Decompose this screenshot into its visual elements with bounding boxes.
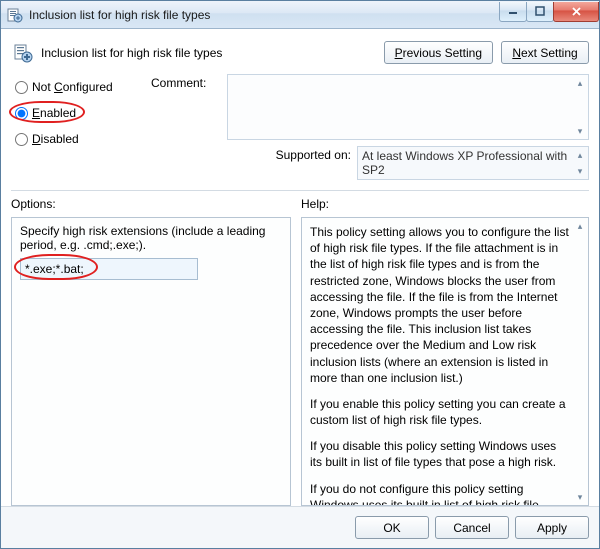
radio-not-configured[interactable]: Not Configured (15, 80, 141, 94)
separator (11, 190, 589, 191)
extensions-input[interactable] (20, 258, 198, 280)
apply-button[interactable]: Apply (515, 516, 589, 539)
scroll-up-icon[interactable]: ▴ (574, 220, 586, 232)
radio-disabled-input[interactable] (15, 133, 28, 146)
ok-button[interactable]: OK (355, 516, 429, 539)
next-setting-button[interactable]: Next Setting (501, 41, 589, 64)
dialog-body: Inclusion list for high risk file types … (1, 29, 599, 506)
policy-title: Inclusion list for high risk file types (41, 46, 376, 60)
help-paragraph: If you do not configure this policy sett… (310, 481, 570, 506)
cancel-button[interactable]: Cancel (435, 516, 509, 539)
help-label: Help: (301, 197, 589, 211)
window-title: Inclusion list for high risk file types (29, 8, 500, 22)
help-panel: ▴ ▾ This policy setting allows you to co… (301, 217, 589, 506)
radio-disabled[interactable]: Disabled (15, 132, 141, 146)
comment-label: Comment: (151, 74, 227, 140)
supported-box: At least Windows XP Professional with SP… (357, 146, 589, 180)
policy-app-icon (7, 7, 23, 23)
help-column: Help: ▴ ▾ This policy setting allows you… (301, 197, 589, 506)
state-area: Not Configured Enabled Disabled Comment: (11, 74, 589, 180)
scroll-up-icon[interactable]: ▴ (574, 149, 586, 161)
scroll-down-icon[interactable]: ▾ (574, 491, 586, 503)
state-radio-group: Not Configured Enabled Disabled (11, 74, 141, 180)
scroll-down-icon[interactable]: ▾ (574, 125, 586, 137)
radio-enabled-label: Enabled (32, 106, 76, 120)
radio-disabled-label: Disabled (32, 132, 79, 146)
options-label: Options: (11, 197, 291, 211)
help-paragraph: If you enable this policy setting you ca… (310, 396, 570, 428)
header-row: Inclusion list for high risk file types … (11, 37, 589, 74)
options-panel: Specify high risk extensions (include a … (11, 217, 291, 506)
policy-editor-window: Inclusion list for high risk file types (0, 0, 600, 549)
radio-not-configured-label: Not Configured (32, 80, 113, 94)
minimize-button[interactable] (499, 2, 527, 22)
scroll-up-icon[interactable]: ▴ (574, 77, 586, 89)
mid-section: Options: Specify high risk extensions (i… (11, 197, 589, 506)
help-paragraph: This policy setting allows you to config… (310, 224, 570, 386)
dialog-footer: OK Cancel Apply (1, 506, 599, 548)
policy-icon (13, 43, 33, 63)
options-field-label: Specify high risk extensions (include a … (20, 224, 282, 252)
help-paragraph: If you disable this policy setting Windo… (310, 438, 570, 470)
supported-label: Supported on: (151, 146, 357, 180)
radio-not-configured-input[interactable] (15, 81, 28, 94)
comment-row: Comment: ▴ ▾ (151, 74, 589, 140)
scroll-down-icon[interactable]: ▾ (574, 165, 586, 177)
radio-enabled[interactable]: Enabled (15, 106, 141, 120)
options-column: Options: Specify high risk extensions (i… (11, 197, 291, 506)
supported-value: At least Windows XP Professional with SP… (362, 149, 567, 177)
titlebar: Inclusion list for high risk file types (1, 1, 599, 29)
maximize-button[interactable] (526, 2, 554, 22)
comment-textarea[interactable]: ▴ ▾ (227, 74, 589, 140)
window-controls (500, 2, 599, 22)
supported-row: Supported on: At least Windows XP Profes… (151, 146, 589, 180)
radio-enabled-input[interactable] (15, 107, 28, 120)
previous-setting-button[interactable]: Previous Setting (384, 41, 493, 64)
close-button[interactable] (553, 2, 599, 22)
